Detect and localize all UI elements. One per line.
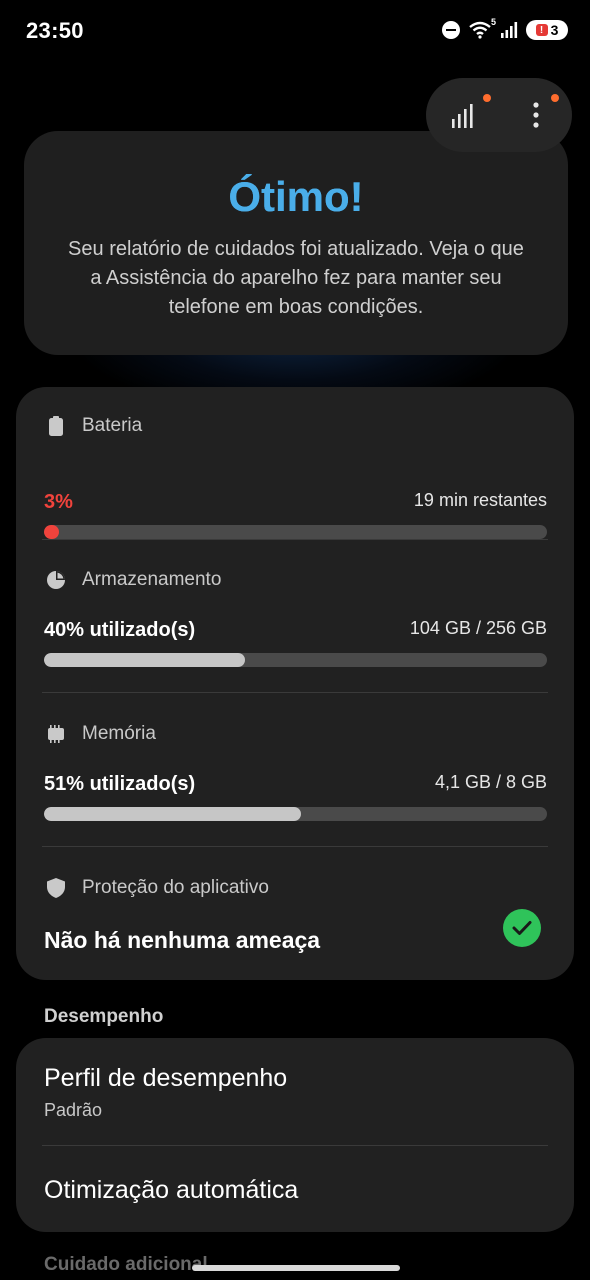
memory-chip-icon: [44, 722, 68, 746]
divider: [42, 539, 548, 540]
memory-amount: 4,1 GB / 8 GB: [434, 772, 547, 792]
summary-description: Seu relatório de cuidados foi atualizado…: [68, 238, 524, 318]
auto-optimization-title: Otimização automática: [44, 1176, 299, 1204]
protection-status: Não há nenhuma ameaça: [44, 927, 321, 953]
device-status-card: Bateria 3% 19 min restantes Armazenament…: [16, 387, 574, 980]
divider: [42, 846, 548, 847]
performance-section-label: Desempenho: [44, 1006, 164, 1027]
notification-count: 3: [550, 22, 559, 38]
memory-bar-fill: [44, 807, 301, 821]
storage-header: Armazenamento: [44, 567, 221, 593]
divider: [42, 692, 548, 693]
more-options-button[interactable]: [499, 78, 572, 152]
battery-title: Bateria: [82, 415, 143, 436]
status-icons: 5 ! 3: [442, 17, 568, 40]
performance-card: Perfil de desempenho Padrão Otimização a…: [16, 1038, 574, 1232]
wifi-band-label: 5: [490, 17, 496, 27]
battery-icon: [44, 414, 68, 438]
storage-used: 40% utilizado(s): [44, 619, 196, 641]
battery-bar: [44, 525, 547, 539]
check-icon: [503, 909, 541, 947]
pie-chart-icon: [44, 568, 68, 592]
battery-section[interactable]: Bateria 3% 19 min restantes: [44, 413, 547, 539]
battery-percent: 3%: [44, 491, 73, 513]
storage-section[interactable]: Armazenamento 40% utilizado(s) 104 GB / …: [44, 567, 547, 677]
cell-signal-icon: [500, 22, 518, 38]
diagnostics-alert-dot: [483, 94, 491, 102]
storage-title: Armazenamento: [82, 569, 222, 590]
wifi-icon: 5: [468, 17, 496, 39]
memory-bar: [44, 807, 547, 821]
protection-header: Proteção do aplicativo: [44, 875, 269, 901]
performance-profile-value: Padrão: [44, 1100, 103, 1120]
alert-icon: !: [535, 24, 548, 36]
battery-bar-fill: [44, 525, 60, 539]
storage-bar: [44, 653, 547, 667]
status-time: 23:50: [26, 18, 84, 43]
memory-title: Memória: [82, 723, 156, 744]
do-not-disturb-icon: [442, 21, 460, 39]
memory-header: Memória: [44, 721, 156, 747]
shield-icon: [44, 876, 68, 900]
home-indicator[interactable]: [192, 1265, 400, 1271]
performance-profile-title: Perfil de desempenho: [44, 1064, 288, 1092]
battery-remaining: 19 min restantes: [413, 490, 547, 510]
summary-title: Ótimo!: [24, 173, 568, 221]
menu-alert-dot: [551, 94, 559, 102]
memory-section[interactable]: Memória 51% utilizado(s) 4,1 GB / 8 GB: [44, 721, 547, 831]
performance-profile-row[interactable]: Perfil de desempenho Padrão: [16, 1038, 574, 1146]
protection-title: Proteção do aplicativo: [82, 877, 269, 898]
memory-used: 51% utilizado(s): [44, 773, 196, 795]
notification-badge: ! 3: [526, 20, 568, 40]
top-action-bar: [426, 78, 572, 152]
app-protection-section[interactable]: Proteção do aplicativo Não há nenhuma am…: [44, 875, 547, 965]
storage-amount: 104 GB / 256 GB: [409, 618, 547, 638]
additional-care-label: Cuidado adicional: [44, 1254, 208, 1275]
diagnostics-button[interactable]: [426, 78, 499, 152]
status-bar: 23:50 5 ! 3: [0, 0, 590, 62]
auto-optimization-row[interactable]: Otimização automática: [16, 1146, 574, 1232]
storage-bar-fill: [44, 653, 246, 667]
battery-header: Bateria: [44, 413, 142, 439]
status-summary-card: Ótimo! Seu relatório de cuidados foi atu…: [24, 131, 568, 355]
more-vertical-icon: [532, 102, 539, 128]
signal-bars-icon: [451, 104, 473, 128]
